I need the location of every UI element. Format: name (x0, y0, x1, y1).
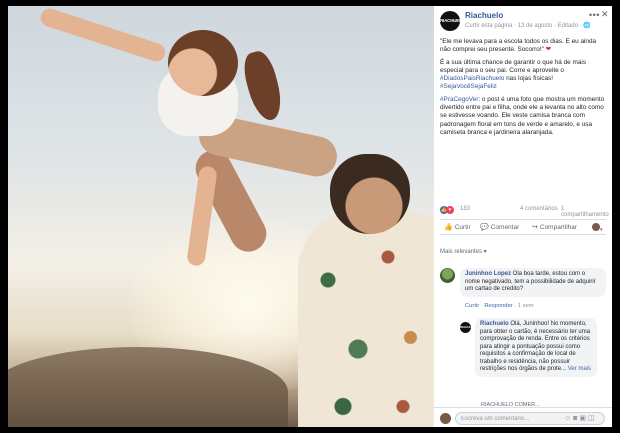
composer-icons: ☺ ◙ ▣ ◫ (564, 414, 597, 422)
father-floral-shirt (298, 211, 434, 427)
like-button[interactable]: 👍 Curtir (444, 223, 471, 231)
avatar (592, 223, 600, 231)
post-paragraph-1: "Ele me levava para a escola todos os di… (440, 38, 606, 55)
reply-bubble: Riachuelo Olá, Juninhoo! No momento, par… (475, 318, 597, 377)
share-button[interactable]: ↪ Compartilhar (532, 223, 577, 231)
post-p2-text-a: É a sua última chance de garantir o que … (440, 58, 587, 74)
thumbs-up-icon: 👍 (444, 224, 453, 231)
user-avatar (440, 413, 451, 424)
post-side-panel: RIACHUELO Riachuelo Curtir esta página ·… (434, 6, 612, 427)
commenter-avatar[interactable] (440, 268, 455, 283)
reactions-count[interactable]: 183 (460, 206, 470, 212)
girl-head (168, 30, 238, 96)
post-p2-text-b: nas lojas físicas! (504, 75, 553, 83)
post-quote: "Ele me levava para a escola todos os di… (440, 38, 597, 54)
comment-sort-dropdown[interactable]: Mais relevantes ▾ (440, 248, 487, 255)
comment-like-link[interactable]: Curtir (465, 303, 479, 309)
emoji-icon[interactable]: ☺ (564, 415, 571, 422)
post-paragraph-2: É a sua última chance de garantir o que … (440, 59, 606, 92)
post-header: RIACHUELO Riachuelo Curtir esta página ·… (434, 6, 612, 34)
comment-icon: 💬 (480, 224, 489, 231)
reaction-icons[interactable]: 👍♥ (440, 206, 454, 214)
comment-composer: ☺◙▣◫ (434, 407, 612, 427)
shares-count[interactable]: 1 compartilhamento (561, 206, 609, 218)
father-head (330, 154, 410, 234)
comment-bubble: Juninhoo Lopez Ola boa tarde, estou com … (460, 268, 606, 297)
chevron-down-icon: ▾ (600, 227, 603, 233)
reply-text: Olá, Juninhoo! No momento, para obter o … (480, 321, 591, 372)
hashtag-pra-cego-ver[interactable]: #PraCegoVer (440, 96, 478, 103)
see-more-link[interactable]: Ver mais (568, 366, 591, 372)
post-paragraph-3: #PraCegoVer: o post é uma foto que mostr… (440, 96, 606, 137)
post-text: "Ele me levava para a escola todos os di… (434, 34, 612, 137)
post-photo[interactable] (8, 6, 434, 427)
heart-icon: ❤ (545, 46, 552, 54)
reply-page-logo[interactable]: RIACHUELO (460, 322, 478, 333)
hashtag-seja-voce[interactable]: #SejaVocêSejaFeliz (440, 83, 497, 90)
comment-button-label: Comentar (490, 224, 520, 231)
comment-reply-link[interactable]: Responder (484, 303, 512, 309)
close-icon[interactable]: ✕ (601, 9, 609, 20)
comment-actions: Curtir · Responder · 1 sem (465, 303, 534, 309)
girl-left-arm (38, 6, 168, 64)
commenter-name[interactable]: Juninhoo Lopez (465, 271, 511, 277)
like-button-label: Curtir (454, 224, 471, 231)
comments-count[interactable]: 4 comentários (520, 206, 558, 212)
post-actions-bar: 👍 Curtir 💬 Comentar ↪ Compartilhar ▾ (440, 219, 606, 235)
reply-author-name[interactable]: Riachuelo (480, 321, 509, 327)
more-dots-icon[interactable]: ••• (589, 10, 600, 20)
love-reaction-icon: ♥ (446, 206, 454, 214)
comment-time[interactable]: 1 sem (518, 303, 534, 309)
gif-icon[interactable]: ▣ (579, 415, 586, 422)
camera-icon[interactable]: ◙ (573, 415, 577, 422)
sticker-icon[interactable]: ◫ (588, 415, 595, 422)
page-name-link[interactable]: Riachuelo (465, 11, 503, 20)
share-icon: ↪ (532, 224, 538, 231)
page-logo[interactable]: RIACHUELO (440, 11, 465, 31)
post-meta: Curtir esta página · 13 de agosto · Edit… (465, 23, 591, 29)
hashtag-dia-dos-pais[interactable]: #DiadosPaisRiachuelo (440, 75, 504, 82)
comment-button[interactable]: 💬 Comentar (480, 223, 519, 231)
engagement-counts: 👍♥ 183 4 comentários 1 compartilhamento (440, 206, 609, 218)
girl-ponytail (239, 48, 287, 124)
share-button-label: Compartilhar (539, 224, 578, 231)
post-as-selector[interactable]: ▾ (592, 223, 603, 233)
